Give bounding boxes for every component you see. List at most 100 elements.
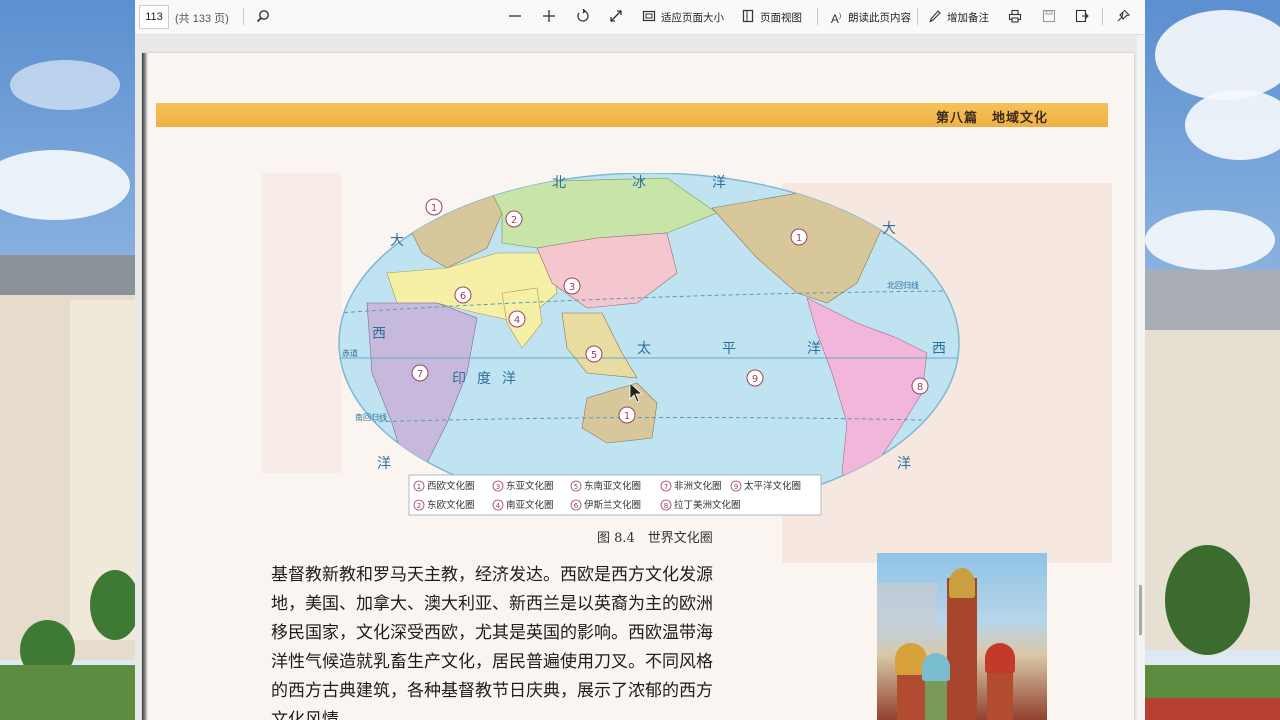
region-number: 7 [417, 369, 423, 380]
expand-icon [608, 9, 624, 25]
legend-number: 9 [734, 483, 738, 491]
save-as-button[interactable] [1074, 6, 1090, 28]
ocean-label: 度 [477, 371, 491, 387]
world-culture-map: 北 冰 洋 大 西 大 太 平 洋 西 印 度 洋 洋 洋 赤道 北回归线 南回… [338, 173, 960, 516]
legend-number: 2 [417, 502, 421, 510]
figure-caption: 图 8.4 世界文化圈 [597, 531, 713, 546]
toolbar-separator [917, 8, 918, 25]
legend-number: 6 [574, 502, 579, 510]
desktop-wallpaper-left [0, 0, 140, 720]
document-page: 第八篇 地域文化 北 冰 洋 大 西 大 太 平 洋 西 印 度 洋 洋 洋 赤… [142, 53, 1134, 720]
body-line: 文化风情。 [271, 710, 356, 720]
pdf-viewer-window: 113 (共 133 页) 适应页面大小 页面视图 A) 朗读此页内容 增加备注… [135, 0, 1145, 720]
ocean-label: 大 [882, 221, 896, 237]
tropic-cancer-label: 北回归线 [887, 280, 919, 290]
page-view-icon [740, 9, 756, 25]
region-number: 3 [569, 282, 575, 293]
ocean-label: 洋 [712, 175, 726, 191]
body-paragraph: 基督教新教和罗马天主教，经济发达。西欧是西方文化发源 地，美国、加拿大、澳大利亚… [271, 561, 791, 720]
ocean-label: 北 [552, 175, 566, 191]
document-area[interactable]: 第八篇 地域文化 北 冰 洋 大 西 大 太 平 洋 西 印 度 洋 洋 洋 赤… [135, 35, 1145, 720]
scrollbar-thumb[interactable] [1139, 585, 1142, 635]
add-note-label: 增加备注 [947, 11, 989, 24]
ocean-label: 印 [452, 371, 466, 387]
minus-icon [507, 9, 523, 25]
pin-icon [1115, 9, 1131, 25]
rotate-icon [575, 8, 591, 25]
ocean-label: 洋 [377, 456, 391, 472]
fit-page-icon [641, 9, 657, 25]
legend-label: 非洲文化圈 [674, 480, 722, 492]
map-legend: 1 西欧文化圈 3 东亚文化圈 5 东南亚文化圈 7 非洲文化圈 9 太平洋文化… [408, 474, 822, 516]
fullscreen-button[interactable] [608, 6, 624, 28]
chapter-title: 第八篇 地域文化 [935, 111, 1048, 126]
ocean-label: 洋 [807, 341, 821, 357]
ocean-label: 冰 [632, 175, 646, 191]
toolbar-separator [243, 8, 244, 25]
region-number: 5 [591, 350, 597, 361]
vertical-scrollbar[interactable] [1137, 35, 1145, 720]
body-line: 的西方古典建筑，各种基督教节日庆典，展示了浓郁的西方 [271, 681, 713, 701]
toolbar-separator [817, 8, 818, 25]
tropic-capricorn-label: 南回归线 [355, 412, 387, 422]
zoom-in-button[interactable] [541, 6, 557, 28]
region-number: 2 [511, 215, 517, 226]
region-number: 1 [624, 411, 630, 422]
print-button[interactable] [1007, 6, 1023, 28]
legend-label: 西欧文化圈 [427, 480, 475, 492]
legend-number: 3 [496, 483, 500, 491]
equator-label: 赤道 [342, 348, 358, 358]
read-aloud-button[interactable]: A) 朗读此页内容 [828, 6, 911, 28]
region-number: 9 [752, 374, 758, 385]
search-icon [255, 9, 271, 25]
ocean-label: 太 [637, 341, 651, 357]
print-icon [1007, 9, 1023, 25]
desktop-wallpaper-right [1145, 0, 1280, 720]
body-line: 地，美国、加拿大、澳大利亚、新西兰是以英裔为主的欧洲 [271, 594, 713, 614]
region-number: 4 [514, 315, 520, 326]
body-line: 基督教新教和罗马天主教，经济发达。西欧是西方文化发源 [271, 565, 713, 585]
chapter-banner: 第八篇 地域文化 [156, 103, 1108, 127]
ocean-label: 大 [390, 233, 404, 249]
page-number-input[interactable]: 113 [139, 5, 169, 29]
add-note-button[interactable]: 增加备注 [927, 6, 989, 28]
legend-label: 伊斯兰文化圈 [584, 499, 641, 511]
ocean-label: 西 [932, 341, 946, 357]
fit-page-label: 适应页面大小 [661, 11, 724, 24]
legend-label: 东欧文化圈 [427, 499, 475, 511]
legend-label: 南亚文化圈 [506, 499, 554, 511]
ocean-label: 洋 [502, 371, 516, 387]
ocean-label: 平 [722, 341, 736, 357]
page-edge-shadow [142, 53, 148, 720]
toolbar-separator [1102, 8, 1103, 25]
region-number: 1 [796, 233, 802, 244]
ocean-label: 洋 [897, 456, 911, 472]
plus-icon [541, 9, 557, 25]
body-line: 洋性气候造就乳畜生产文化，居民普遍使用刀叉。不同风格 [271, 652, 713, 672]
search-button[interactable] [255, 6, 271, 28]
save-as-icon [1074, 9, 1090, 25]
save-button[interactable] [1041, 6, 1057, 28]
body-line: 移民国家，文化深受西欧，尤其是英国的影响。西欧温带海 [271, 623, 713, 643]
page-total: (共 133 页) [175, 13, 229, 25]
fit-page-button[interactable]: 适应页面大小 [641, 6, 724, 28]
region-number: 8 [917, 382, 923, 393]
legend-number: 7 [664, 483, 668, 491]
ocean-label: 西 [372, 326, 386, 342]
read-aloud-label: 朗读此页内容 [848, 11, 911, 24]
legend-label: 拉丁美洲文化圈 [674, 499, 741, 511]
zoom-out-button[interactable] [507, 6, 523, 28]
legend-label: 东亚文化圈 [506, 480, 554, 492]
legend-number: 5 [574, 483, 578, 491]
page-view-button[interactable]: 页面视图 [740, 6, 802, 28]
legend-label: 东南亚文化圈 [584, 480, 641, 492]
pin-button[interactable] [1115, 6, 1131, 28]
region-number: 1 [431, 203, 437, 214]
cathedral-photo [877, 553, 1047, 720]
page-bleed-through [262, 173, 342, 473]
region-number: 6 [460, 291, 466, 302]
legend-number: 4 [496, 502, 501, 510]
toolbar: 113 (共 133 页) 适应页面大小 页面视图 A) 朗读此页内容 增加备注 [135, 0, 1145, 35]
legend-label: 太平洋文化圈 [744, 480, 801, 492]
rotate-button[interactable] [575, 6, 591, 28]
